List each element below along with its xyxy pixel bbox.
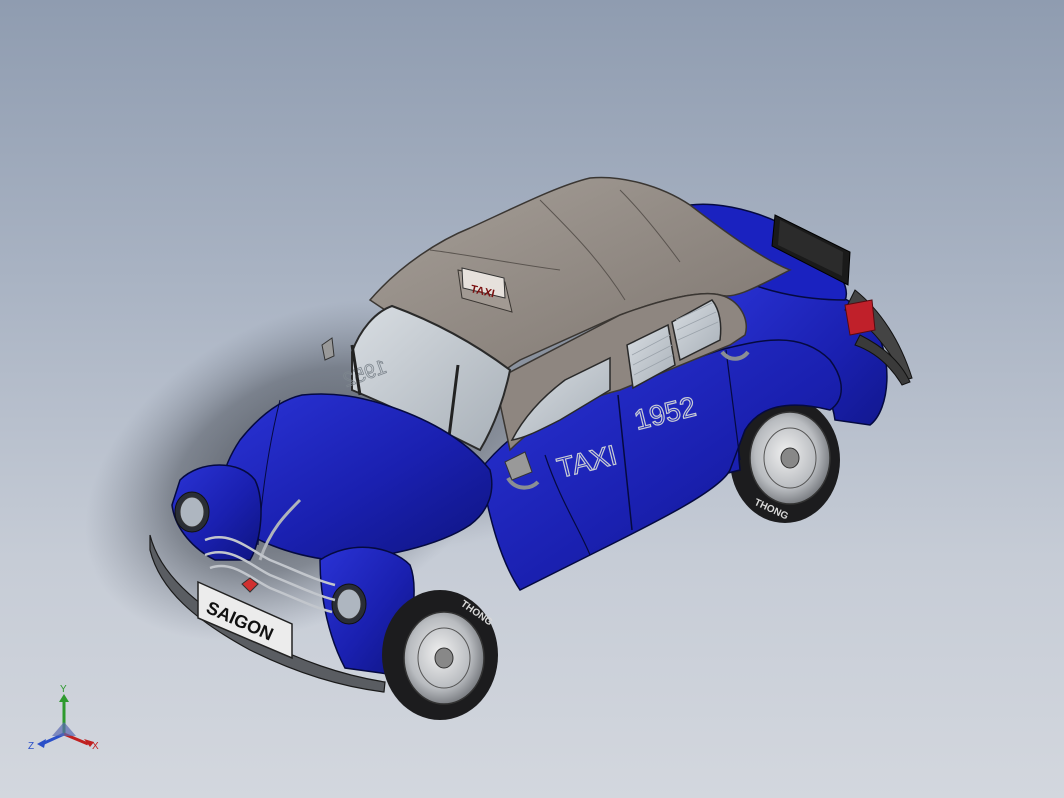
model-view[interactable]: THONG TAXI 1952 TAXI 1952 THONG SAIGON: [0, 0, 1064, 798]
x-axis-label: X: [92, 741, 99, 752]
front-wheel: THONG: [382, 590, 498, 720]
reference-triad[interactable]: Y X Z: [24, 684, 114, 754]
headlight-left: [174, 491, 210, 533]
graphics-viewport[interactable]: THONG TAXI 1952 TAXI 1952 THONG SAIGON Y…: [0, 0, 1064, 798]
headlight-right: [331, 583, 367, 625]
y-axis-label: Y: [60, 684, 67, 695]
z-axis-label: Z: [28, 741, 34, 752]
z-axis: [37, 732, 65, 748]
tail-light: [844, 299, 876, 336]
triad-origin: [52, 722, 76, 736]
